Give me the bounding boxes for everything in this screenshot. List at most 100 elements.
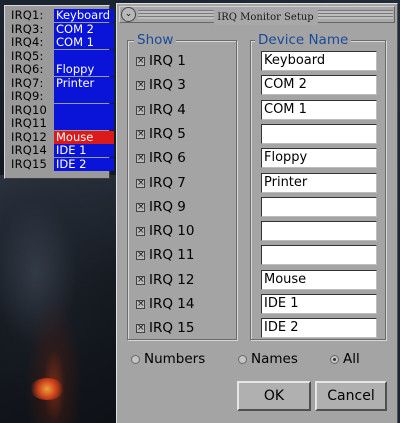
show-irq-label: IRQ 5	[149, 125, 186, 142]
irq-monitor-panel: IRQ1: Keyboard IRQ3: COM 2 IRQ4: COM 1 IRQ5: IR…	[4, 5, 114, 179]
device-name-field[interactable]: COM 1	[261, 99, 377, 120]
device-name-field[interactable]: Mouse	[261, 269, 377, 290]
show-irq-row[interactable]: × IRQ 12	[136, 272, 234, 292]
desktop-background-glow	[30, 378, 64, 400]
show-irq-label: IRQ 12	[149, 271, 195, 288]
show-irq-row[interactable]: × IRQ 4	[136, 102, 234, 122]
monitor-row: IRQ10	[8, 102, 114, 118]
ok-button[interactable]: OK	[237, 381, 311, 411]
monitor-device-bar	[54, 117, 114, 130]
device-name-field[interactable]	[261, 196, 377, 217]
monitor-device-bar: COM 1	[54, 36, 114, 49]
radio-numbers-indicator[interactable]	[131, 355, 140, 364]
show-irq-row[interactable]: × IRQ 6	[136, 150, 234, 170]
device-name-field[interactable]: Keyboard	[261, 51, 377, 71]
monitor-row: IRQ14 IDE 1	[8, 143, 114, 158]
monitor-device-bar: Mouse	[54, 130, 114, 144]
monitor-row: IRQ7: Printer	[8, 75, 114, 91]
show-irq-row[interactable]: × IRQ 1	[136, 53, 234, 73]
device-name-group: Device Name Keyboard COM 2 COM 1 Floppy Prin…	[250, 32, 386, 340]
device-name-field[interactable]	[261, 123, 377, 144]
monitor-device-bar: IDE 2	[54, 157, 114, 171]
show-irq-label: IRQ 14	[149, 296, 195, 312]
monitor-irq-label: IRQ1:	[11, 8, 44, 22]
show-group-title: Show	[134, 32, 177, 48]
show-irq-row[interactable]: × IRQ 11	[136, 247, 234, 267]
monitor-row: IRQ3: COM 2	[8, 21, 114, 37]
show-irq-checkbox[interactable]: ×	[136, 251, 145, 261]
monitor-device-bar: Printer	[54, 76, 114, 90]
radio-all-label: All	[343, 351, 360, 367]
monitor-irq-label: IRQ9:	[11, 89, 44, 103]
title-bar[interactable]: ⌄ IRQ Monitor Setup	[119, 6, 395, 25]
show-irq-checkbox[interactable]: ×	[136, 202, 145, 212]
show-irq-checkbox[interactable]: ×	[136, 324, 145, 334]
show-irq-label: IRQ 10	[149, 223, 195, 240]
device-name-field[interactable]	[261, 245, 377, 266]
device-name-field[interactable]: COM 2	[261, 75, 377, 96]
show-irq-checkbox[interactable]: ×	[136, 178, 145, 188]
monitor-device-bar	[54, 103, 114, 117]
monitor-irq-label: IRQ10	[11, 102, 48, 117]
show-irq-row[interactable]: × IRQ 7	[136, 175, 234, 195]
monitor-irq-label: IRQ3:	[11, 21, 44, 36]
show-irq-row[interactable]: × IRQ 15	[136, 320, 234, 340]
monitor-device-bar: IDE 1	[54, 144, 114, 157]
radio-numbers-label: Numbers	[144, 351, 206, 367]
device-name-field[interactable]: IDE 1	[261, 294, 377, 314]
monitor-irq-label: IRQ11	[11, 116, 48, 130]
show-irq-label: IRQ 15	[149, 320, 195, 337]
monitor-irq-label: IRQ7:	[11, 75, 44, 90]
radio-names-indicator[interactable]	[238, 355, 247, 364]
show-irq-label: IRQ 7	[149, 174, 186, 191]
show-irq-checkbox[interactable]: ×	[136, 275, 145, 285]
show-irq-row[interactable]: × IRQ 5	[136, 126, 234, 146]
window-title: IRQ Monitor Setup	[213, 10, 318, 25]
cancel-button[interactable]: Cancel	[315, 381, 387, 411]
show-irq-checkbox[interactable]: ×	[136, 154, 145, 164]
monitor-row: IRQ9:	[8, 89, 114, 104]
show-irq-label: IRQ 3	[149, 77, 186, 94]
show-irq-checkbox[interactable]: ×	[136, 81, 145, 91]
monitor-irq-label: IRQ15	[11, 156, 48, 171]
monitor-row: IRQ12 Mouse	[8, 129, 114, 145]
show-irq-label: IRQ 6	[149, 150, 186, 167]
device-name-group-title: Device Name	[255, 32, 352, 48]
show-group: Show × IRQ 1 × IRQ 3 × IRQ 4 × IRQ 5 × IRQ 6 × IRQ …	[127, 32, 237, 340]
monitor-device-bar	[54, 49, 114, 63]
monitor-irq-label: IRQ14	[11, 143, 48, 157]
monitor-device-bar: COM 2	[54, 22, 114, 36]
show-irq-checkbox[interactable]: ×	[136, 105, 145, 115]
device-name-field[interactable]: IDE 2	[261, 318, 377, 339]
monitor-row: IRQ6: Floppy	[8, 62, 114, 77]
show-irq-label: IRQ 1	[149, 53, 186, 69]
radio-all-indicator[interactable]	[330, 355, 339, 364]
show-irq-checkbox[interactable]: ×	[136, 129, 145, 139]
monitor-row: IRQ4: COM 1	[8, 35, 114, 50]
monitor-device-bar: Floppy	[54, 63, 114, 76]
show-irq-label: IRQ 11	[149, 247, 195, 264]
show-irq-checkbox[interactable]: ×	[136, 57, 145, 66]
monitor-irq-label: IRQ4:	[11, 35, 44, 49]
title-bar-grip: IRQ Monitor Setup	[138, 10, 393, 25]
show-irq-label: IRQ 4	[149, 101, 186, 118]
show-irq-row[interactable]: × IRQ 10	[136, 223, 234, 243]
show-irq-checkbox[interactable]: ×	[136, 300, 145, 309]
monitor-device-bar: Keyboard	[54, 9, 114, 22]
monitor-row: IRQ5:	[8, 48, 114, 64]
show-irq-row[interactable]: × IRQ 9	[136, 199, 234, 219]
device-name-field[interactable]: Printer	[261, 172, 377, 193]
monitor-irq-label: IRQ5:	[11, 48, 44, 63]
monitor-irq-label: IRQ12	[11, 129, 48, 144]
monitor-row: IRQ1: Keyboard	[8, 8, 114, 23]
monitor-irq-label: IRQ6:	[11, 62, 44, 76]
device-name-field[interactable]	[261, 221, 377, 242]
irq-monitor-setup-dialog: ⌄ IRQ Monitor Setup Show × IRQ 1 × IRQ 3 × IR…	[116, 3, 398, 423]
show-irq-row[interactable]: × IRQ 14	[136, 296, 234, 316]
device-name-field[interactable]: Floppy	[261, 148, 377, 169]
show-irq-label: IRQ 9	[149, 198, 186, 215]
chevron-down-icon[interactable]: ⌄	[121, 7, 136, 22]
monitor-device-bar	[54, 90, 114, 103]
show-irq-checkbox[interactable]: ×	[136, 227, 145, 237]
show-irq-row[interactable]: × IRQ 3	[136, 77, 234, 97]
